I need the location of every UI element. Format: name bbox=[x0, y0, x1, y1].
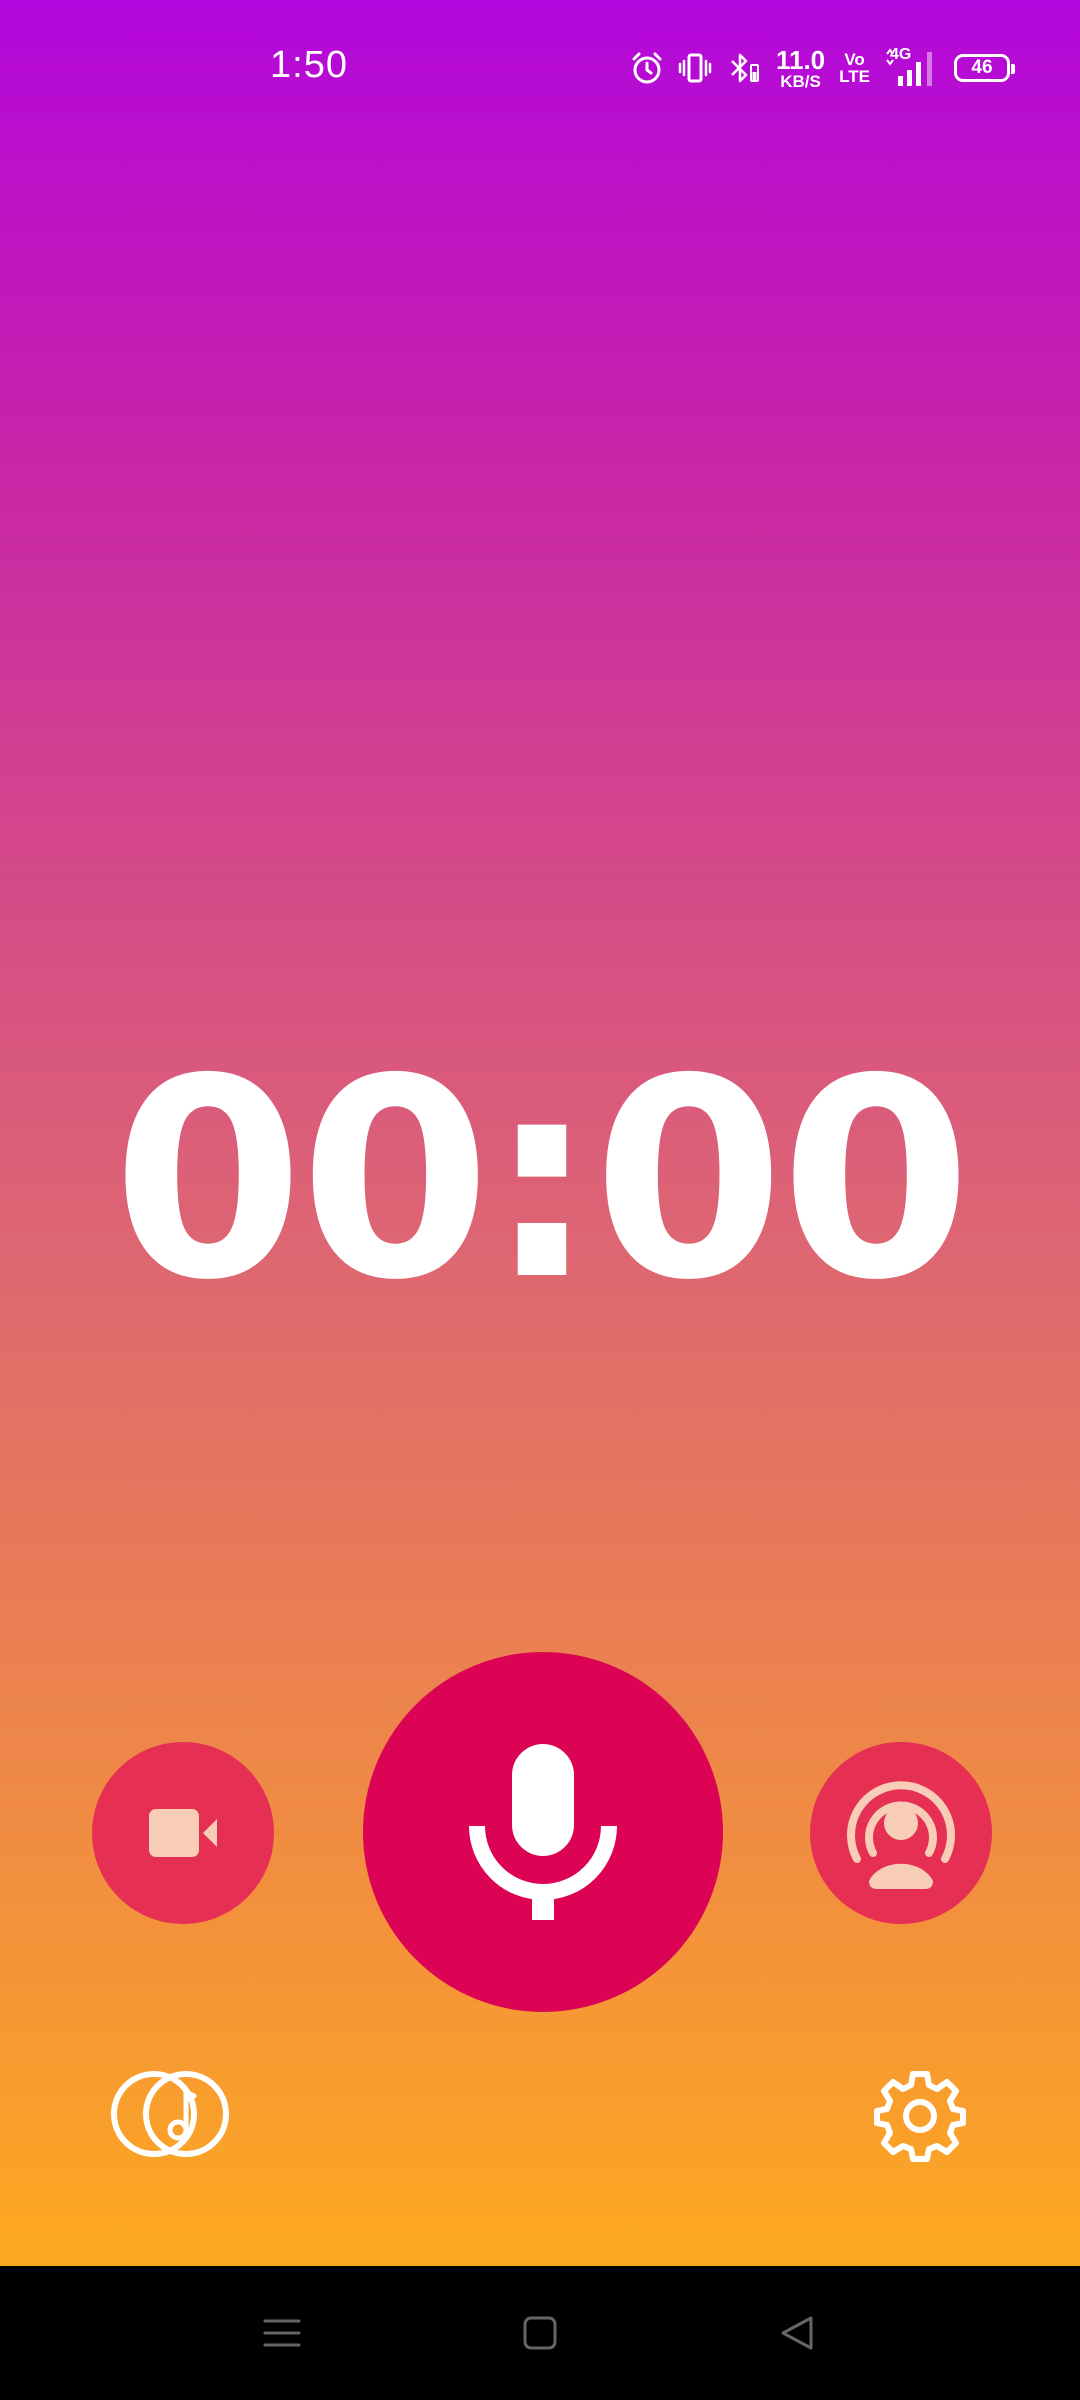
volte-top: Vo bbox=[844, 50, 865, 69]
volte-indicator: Vo LTE bbox=[839, 51, 870, 85]
settings-button[interactable] bbox=[872, 2068, 968, 2164]
record-audio-button[interactable] bbox=[363, 1652, 723, 2012]
nav-menu-button[interactable] bbox=[222, 2266, 342, 2400]
nav-back-button[interactable] bbox=[738, 2266, 858, 2400]
microphone-icon bbox=[469, 1744, 617, 1920]
network-speed-unit: KB/S bbox=[780, 71, 821, 91]
home-icon bbox=[523, 2316, 557, 2350]
nav-home-button[interactable] bbox=[480, 2266, 600, 2400]
signal-icon bbox=[886, 48, 932, 86]
battery-icon: 46 bbox=[954, 54, 1015, 82]
navigation-bar bbox=[0, 2266, 1080, 2400]
live-stream-button[interactable] bbox=[810, 1742, 992, 1924]
music-icon bbox=[111, 2071, 229, 2157]
status-bar: 1:50 11.0 KB/S Vo LTE 4G 46 bbox=[0, 0, 1080, 140]
battery-level: 46 bbox=[971, 57, 993, 78]
status-time: 1:50 bbox=[270, 44, 348, 86]
alarm-icon bbox=[632, 52, 662, 84]
back-icon bbox=[781, 2316, 813, 2350]
bluetooth-icon bbox=[731, 53, 759, 83]
music-button[interactable] bbox=[110, 2068, 230, 2160]
live-stream-icon bbox=[847, 1781, 955, 1889]
recording-timer: 00:00 bbox=[112, 1020, 971, 1340]
vibrate-icon bbox=[678, 53, 712, 83]
gear-icon bbox=[874, 2071, 966, 2162]
status-icons: 11.0 KB/S Vo LTE 4G 46 bbox=[630, 44, 1015, 92]
network-speed: 11.0 KB/S bbox=[776, 47, 825, 90]
video-record-button[interactable] bbox=[92, 1742, 274, 1924]
video-camera-icon bbox=[149, 1809, 217, 1857]
menu-icon bbox=[263, 2319, 301, 2347]
volte-bottom: LTE bbox=[839, 67, 870, 86]
network-speed-value: 11.0 bbox=[775, 44, 826, 75]
signal-indicator: 4G bbox=[884, 46, 940, 88]
